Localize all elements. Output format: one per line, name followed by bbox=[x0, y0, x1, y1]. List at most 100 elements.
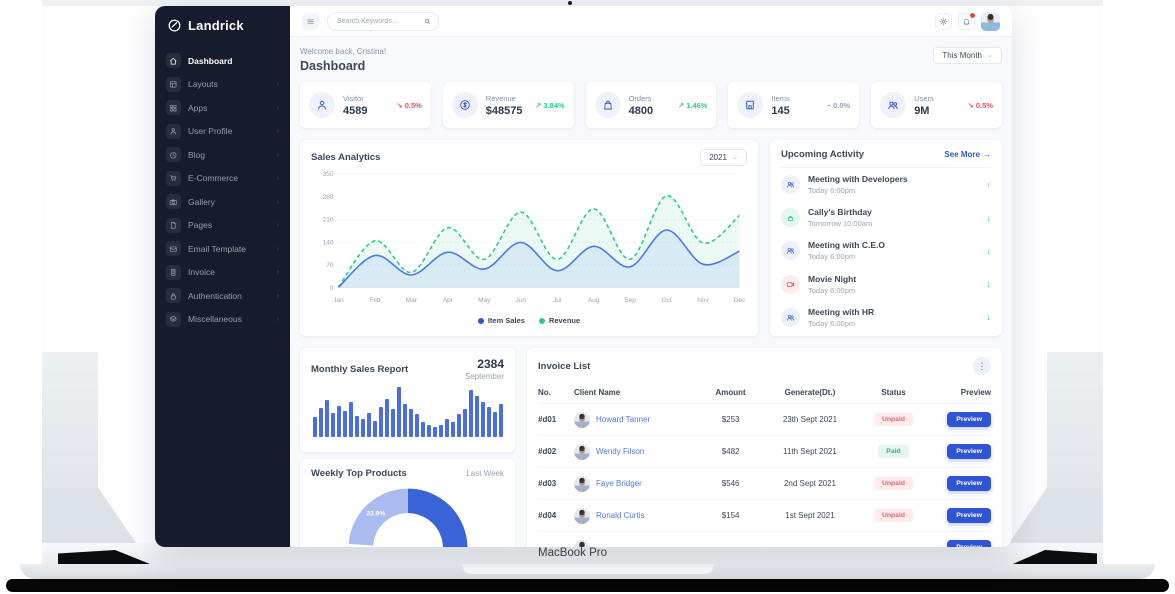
sidebar-item-email-template[interactable]: Email Template bbox=[155, 237, 290, 261]
sidebar-item-pages[interactable]: Pages bbox=[155, 214, 290, 238]
invoice-amount: $253 bbox=[699, 415, 762, 424]
sidebar-item-e-commerce[interactable]: E-Commerce bbox=[155, 167, 290, 191]
sales-bar bbox=[481, 402, 485, 437]
activity-item-time: Today 6:00pm bbox=[808, 286, 979, 295]
activity-item-meeting-with-developers[interactable]: Meeting with Developers Today 6:00pm ↑ bbox=[781, 168, 991, 201]
activity-item-cally-s-birthday[interactable]: Cally's Birthday Tomorrow 10:00am ↓ bbox=[781, 201, 991, 234]
settings-button[interactable] bbox=[935, 13, 952, 30]
user-avatar[interactable] bbox=[981, 12, 1000, 31]
svg-text:70: 70 bbox=[326, 262, 334, 269]
webcam-dot bbox=[568, 1, 572, 5]
sidebar-item-blog[interactable]: Blog bbox=[155, 143, 290, 167]
activity-trend-arrow: ↓ bbox=[987, 213, 992, 223]
activity-item-meeting-with-c-e-o[interactable]: Meeting with C.E.O Today 6:00pm ↓ bbox=[781, 234, 991, 267]
invoice-menu-button[interactable]: ⋮ bbox=[973, 357, 991, 375]
macbook-drop-shadow bbox=[6, 579, 1169, 592]
period-selector[interactable]: This Month bbox=[933, 47, 1002, 64]
stat-value: 4589 bbox=[343, 105, 388, 117]
stat-value: 9M bbox=[914, 105, 959, 117]
upcoming-activity-card: Upcoming Activity See More→ Meeting with… bbox=[770, 140, 1002, 336]
sidebar-item-invoice[interactable]: Invoice bbox=[155, 261, 290, 285]
activity-title: Upcoming Activity bbox=[781, 149, 864, 160]
sales-bar bbox=[403, 404, 407, 437]
macbook-mockup-stage: MacBook Pro Landrick Dashboard Layouts A… bbox=[0, 0, 1175, 594]
sidebar-item-label: Apps bbox=[188, 103, 268, 113]
user-icon bbox=[169, 127, 178, 136]
client-name-link[interactable]: Wendy Filson bbox=[596, 447, 644, 456]
svg-text:Sep: Sep bbox=[624, 297, 636, 304]
notification-badge bbox=[969, 12, 976, 19]
stat-trend: ↗ 1.46% bbox=[678, 101, 708, 110]
year-selector[interactable]: 2021 bbox=[700, 149, 747, 166]
sales-bar bbox=[349, 402, 353, 437]
sales-bar bbox=[367, 413, 371, 437]
invoice-number: #d03 bbox=[538, 479, 574, 488]
sidebar-item-label: Blog bbox=[188, 150, 268, 160]
client-avatar bbox=[574, 412, 590, 428]
page-header: Welcome back, Cristina! Dashboard This M… bbox=[300, 47, 1002, 73]
logo[interactable]: Landrick bbox=[155, 6, 290, 49]
invoice-list-title: Invoice List bbox=[538, 361, 590, 372]
invoice-row: #d01 Howard Tanner $253 23th Sept 2021 U… bbox=[538, 404, 991, 436]
stats-row: Visitor 4589 ↘ 0.5% Revenue $48575 ↗ 3.8… bbox=[300, 82, 1002, 128]
svg-text:Jan: Jan bbox=[333, 297, 344, 304]
video-icon bbox=[781, 275, 800, 294]
bottom-left-column: Monthly Sales Report 2384 September Week… bbox=[300, 348, 515, 547]
sidebar-item-label: Pages bbox=[188, 220, 268, 230]
sales-bar bbox=[421, 422, 425, 437]
client-avatar bbox=[574, 476, 590, 492]
activity-item-meeting-with-hr[interactable]: Meeting with HR Today 6:00pm ↓ bbox=[781, 301, 991, 334]
year-selector-value: 2021 bbox=[709, 153, 727, 162]
sidebar-item-label: Authentication bbox=[188, 291, 268, 301]
svg-text:Jul: Jul bbox=[553, 297, 562, 304]
preview-button[interactable]: Preview bbox=[947, 540, 991, 547]
sidebar-item-miscellaneous[interactable]: Miscellaneous bbox=[155, 308, 290, 332]
sidebar-item-authentication[interactable]: Authentication bbox=[155, 284, 290, 308]
notifications-button[interactable] bbox=[958, 13, 975, 30]
invoice-number: #d01 bbox=[538, 415, 574, 424]
monthly-sales-header: Monthly Sales Report 2384 September bbox=[311, 357, 504, 381]
preview-button[interactable]: Preview bbox=[947, 412, 991, 427]
invoice-table-body: #d01 Howard Tanner $253 23th Sept 2021 U… bbox=[538, 404, 991, 547]
svg-text:Mar: Mar bbox=[406, 297, 418, 304]
landrick-logo-icon bbox=[167, 18, 182, 33]
client-name-link[interactable]: Ronald Curtis bbox=[596, 511, 644, 520]
sidebar-item-label: Invoice bbox=[188, 267, 268, 277]
sidebar-item-apps[interactable]: Apps bbox=[155, 96, 290, 120]
preview-button[interactable]: Preview bbox=[947, 508, 991, 523]
preview-button[interactable]: Preview bbox=[947, 476, 991, 491]
client-name-link[interactable]: Faye Bridger bbox=[596, 479, 642, 488]
activity-item-movie-night[interactable]: Movie Night Today 6:00pm ↓ bbox=[781, 268, 991, 301]
layout-icon bbox=[169, 80, 178, 89]
sidebar-menu: Dashboard Layouts Apps User Profile Blog… bbox=[155, 49, 290, 331]
legend-dot-blue bbox=[478, 318, 484, 324]
sales-bar bbox=[355, 416, 359, 437]
people-icon bbox=[781, 308, 800, 327]
sales-bar bbox=[325, 400, 329, 438]
sidebar-item-dashboard[interactable]: Dashboard bbox=[155, 49, 290, 73]
client-name-link[interactable]: Howard Tanner bbox=[596, 415, 650, 424]
search-box[interactable] bbox=[327, 12, 439, 31]
menu-toggle-button[interactable] bbox=[302, 13, 319, 30]
chevron-right-icon bbox=[275, 175, 281, 181]
sidebar-item-layouts[interactable]: Layouts bbox=[155, 73, 290, 97]
chevron-right-icon bbox=[275, 246, 281, 252]
middle-row: Sales Analytics 2021 070140210280350JanF… bbox=[300, 140, 1002, 336]
client-avatar bbox=[574, 444, 590, 460]
preview-button[interactable]: Preview bbox=[947, 444, 991, 459]
chart-legend: Item Sales Revenue bbox=[311, 316, 747, 325]
sidebar-item-label: User Profile bbox=[188, 126, 268, 136]
stat-value: 4800 bbox=[629, 105, 670, 117]
see-more-link[interactable]: See More→ bbox=[944, 150, 991, 159]
file-icon bbox=[169, 268, 178, 277]
weekly-top-products-donut: 38.5%23.9% bbox=[342, 482, 474, 547]
sidebar-item-user-profile[interactable]: User Profile bbox=[155, 120, 290, 144]
search-input[interactable] bbox=[335, 17, 420, 26]
svg-text:280: 280 bbox=[323, 194, 334, 201]
sidebar-item-gallery[interactable]: Gallery bbox=[155, 190, 290, 214]
lock-icon bbox=[169, 292, 178, 301]
chevron-down-icon bbox=[987, 53, 993, 59]
activity-item-title: Meeting with Developers bbox=[808, 174, 979, 184]
activity-item-time: Today 6:00pm bbox=[808, 252, 979, 261]
monthly-sales-title: Monthly Sales Report bbox=[311, 364, 408, 375]
